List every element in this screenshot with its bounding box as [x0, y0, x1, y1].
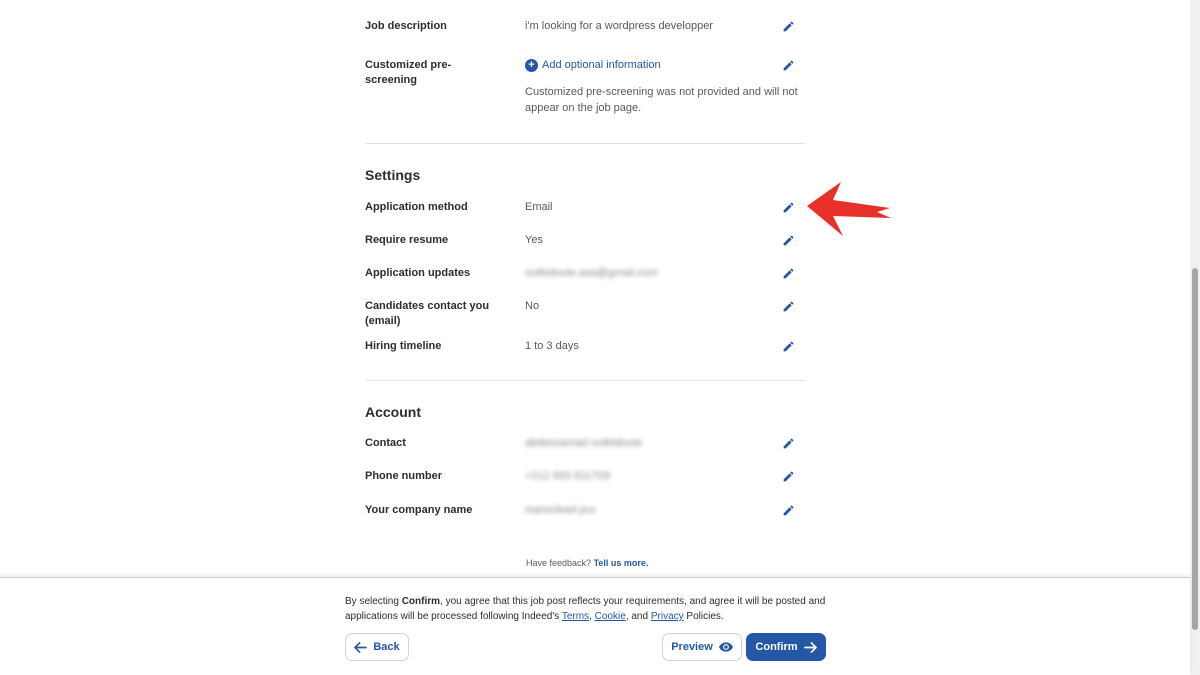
- setting-value: 1 to 3 days: [525, 340, 579, 352]
- consent-text: By selecting Confirm, you agree that thi…: [345, 596, 826, 622]
- add-optional-information-label: Add optional information: [542, 59, 661, 71]
- pencil-icon: [783, 21, 793, 31]
- back-button[interactable]: Back: [345, 633, 409, 661]
- job-description-label: Job description: [365, 20, 447, 32]
- pencil-icon: [783, 341, 793, 351]
- account-label: Phone number: [365, 470, 443, 482]
- back-button-label: Back: [373, 641, 400, 653]
- setting-label: Hiring timeline: [365, 340, 442, 352]
- eye-icon: [718, 642, 733, 652]
- account-value: abdessamad outkidoute: [525, 437, 642, 449]
- account-value: +212 693 811709: [525, 470, 611, 482]
- pencil-icon: [783, 268, 793, 278]
- setting-label: Candidates contact you (email): [365, 300, 490, 327]
- pencil-icon: [783, 438, 793, 448]
- annotation-arrow-icon: [807, 182, 891, 236]
- edit-phone-button[interactable]: [779, 467, 797, 485]
- edit-candidates-contact-button[interactable]: [779, 297, 797, 315]
- setting-value: Yes: [525, 234, 543, 246]
- edit-hiring-timeline-button[interactable]: [779, 337, 797, 355]
- pencil-icon: [783, 301, 793, 311]
- feedback-text: Have feedback?: [526, 558, 592, 568]
- scrollbar-thumb[interactable]: [1192, 268, 1198, 630]
- edit-application-updates-button[interactable]: [779, 264, 797, 282]
- consent-confirm-word: Confirm: [401, 596, 441, 607]
- feedback-line: Have feedback? Tell us more.: [526, 558, 648, 568]
- confirm-button-label: Confirm: [755, 641, 798, 653]
- setting-label: Application updates: [365, 267, 471, 279]
- prescreening-row: Customized pre-screening + Add optional …: [365, 58, 805, 118]
- preview-button-label: Preview: [671, 641, 713, 653]
- add-optional-information-link[interactable]: + Add optional information: [525, 58, 795, 73]
- edit-require-resume-button[interactable]: [779, 231, 797, 249]
- preview-button[interactable]: Preview: [662, 633, 742, 661]
- terms-link[interactable]: Terms: [562, 611, 589, 622]
- plus-circle-icon: +: [525, 59, 538, 72]
- setting-label: Application method: [365, 201, 468, 213]
- pencil-icon: [783, 505, 793, 515]
- arrow-right-icon: [803, 641, 817, 653]
- account-value: maroclead pro: [525, 504, 596, 516]
- edit-contact-button[interactable]: [779, 434, 797, 452]
- consent-policies: Policies.: [686, 611, 724, 622]
- account-label: Your company name: [365, 504, 473, 516]
- edit-prescreening-button[interactable]: [779, 56, 797, 74]
- consent-and: , and: [625, 611, 649, 622]
- tell-us-more-link[interactable]: Tell us more.: [594, 558, 649, 568]
- setting-value: Email: [525, 201, 553, 213]
- privacy-link[interactable]: Privacy: [651, 611, 684, 622]
- settings-section-title: Settings: [365, 167, 421, 183]
- job-description-value: i'm looking for a wordpress developper: [525, 20, 713, 32]
- scrollbar[interactable]: [1190, 0, 1200, 675]
- prescreening-note: Customized pre-screening was not provide…: [525, 86, 798, 114]
- edit-job-description-button[interactable]: [779, 17, 797, 35]
- section-divider: [365, 143, 805, 144]
- setting-value: outkidoute.asa@gmail.com: [525, 267, 658, 279]
- pencil-icon: [783, 60, 793, 70]
- pencil-icon: [783, 202, 793, 212]
- edit-company-button[interactable]: [779, 501, 797, 519]
- account-label: Contact: [365, 437, 406, 449]
- setting-label: Require resume: [365, 234, 449, 246]
- pencil-icon: [783, 235, 793, 245]
- footer-bar: By selecting Confirm, you agree that thi…: [0, 577, 1190, 675]
- pencil-icon: [783, 471, 793, 481]
- prescreening-label: Customized pre-screening: [365, 59, 452, 86]
- arrow-left-icon: [354, 641, 368, 653]
- cookie-link[interactable]: Cookie: [595, 611, 626, 622]
- scroll-area[interactable]: Job description i'm looking for a wordpr…: [0, 0, 1190, 577]
- edit-application-method-button[interactable]: [779, 198, 797, 216]
- confirm-button[interactable]: Confirm: [746, 633, 826, 661]
- setting-value: No: [525, 300, 540, 312]
- section-divider: [365, 380, 805, 381]
- consent-prefix: By selecting: [345, 596, 399, 607]
- account-section-title: Account: [365, 404, 421, 420]
